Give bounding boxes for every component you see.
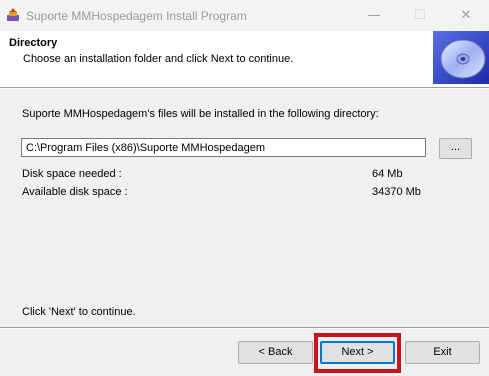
browse-button[interactable]: ... xyxy=(439,138,472,159)
exit-button[interactable]: Exit xyxy=(405,341,480,364)
title-bar: Suporte MMHospedagem Install Program — ☐… xyxy=(0,0,489,31)
back-button[interactable]: < Back xyxy=(238,341,313,364)
minimize-button[interactable]: — xyxy=(351,0,397,31)
close-button[interactable]: ✕ xyxy=(443,0,489,31)
available-disk-space-label: Available disk space : xyxy=(22,186,128,198)
installer-app-icon xyxy=(7,8,19,21)
next-button-highlight-box xyxy=(314,333,401,373)
maximize-button[interactable]: ☐ xyxy=(397,0,443,31)
header-divider-highlight xyxy=(0,88,489,89)
install-path-input[interactable] xyxy=(21,138,426,157)
window-title: Suporte MMHospedagem Install Program xyxy=(26,9,247,23)
wizard-header: Directory Choose an installation folder … xyxy=(0,31,489,87)
footer-divider-highlight xyxy=(0,328,489,329)
available-disk-space-value: 34370 Mb xyxy=(372,186,421,198)
install-directory-intro: Suporte MMHospedagem's files will be ins… xyxy=(22,108,379,120)
header-subtitle: Choose an installation folder and click … xyxy=(23,53,294,65)
header-title: Directory xyxy=(9,37,58,49)
disk-space-needed-value: 64 Mb xyxy=(372,168,403,180)
disk-space-needed-label: Disk space needed : xyxy=(22,168,122,180)
cd-disc-icon xyxy=(433,31,489,84)
continue-instruction: Click 'Next' to continue. xyxy=(22,306,136,318)
